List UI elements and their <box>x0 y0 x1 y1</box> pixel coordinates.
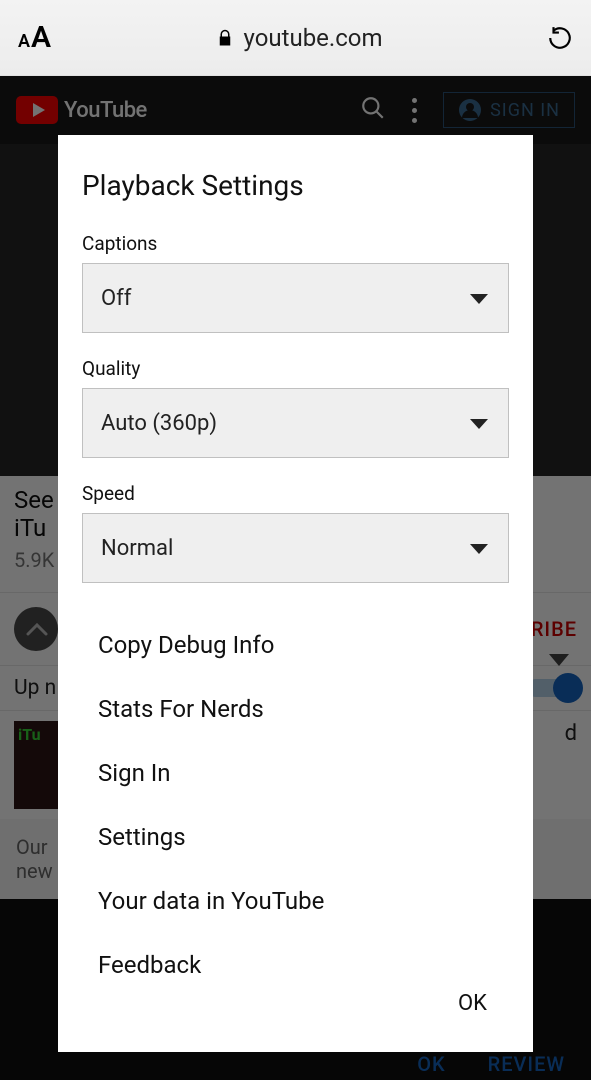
caret-down-icon <box>470 419 488 429</box>
speed-label: Speed <box>82 482 509 505</box>
browser-address-bar: A A youtube.com <box>0 0 591 76</box>
captions-select[interactable]: Off <box>82 263 509 333</box>
menu-sign-in[interactable]: Sign In <box>82 741 509 805</box>
url-display[interactable]: youtube.com <box>65 24 533 52</box>
captions-field: Captions Off <box>82 232 509 333</box>
reload-button[interactable] <box>547 25 573 51</box>
lock-icon <box>216 27 234 49</box>
url-text: youtube.com <box>244 24 383 52</box>
menu-stats-for-nerds[interactable]: Stats For Nerds <box>82 677 509 741</box>
menu-copy-debug-info[interactable]: Copy Debug Info <box>82 613 509 677</box>
quality-label: Quality <box>82 357 509 380</box>
captions-label: Captions <box>82 232 509 255</box>
small-a-icon: A <box>18 31 30 52</box>
quality-value: Auto (360p) <box>101 411 217 436</box>
reader-text-size-button[interactable]: A A <box>18 20 51 55</box>
modal-title: Playback Settings <box>82 169 509 202</box>
speed-value: Normal <box>101 536 173 561</box>
quality-select[interactable]: Auto (360p) <box>82 388 509 458</box>
menu-settings[interactable]: Settings <box>82 805 509 869</box>
speed-field: Speed Normal <box>82 482 509 583</box>
quality-field: Quality Auto (360p) <box>82 357 509 458</box>
ok-button[interactable]: OK <box>442 981 503 1026</box>
modal-menu-list: Copy Debug Info Stats For Nerds Sign In … <box>82 613 509 997</box>
speed-select[interactable]: Normal <box>82 513 509 583</box>
caret-down-icon <box>470 294 488 304</box>
captions-value: Off <box>101 286 131 311</box>
menu-your-data[interactable]: Your data in YouTube <box>82 869 509 933</box>
large-a-icon: A <box>31 20 51 55</box>
caret-down-icon <box>470 544 488 554</box>
playback-settings-modal: Playback Settings Captions Off Quality A… <box>58 135 533 1052</box>
